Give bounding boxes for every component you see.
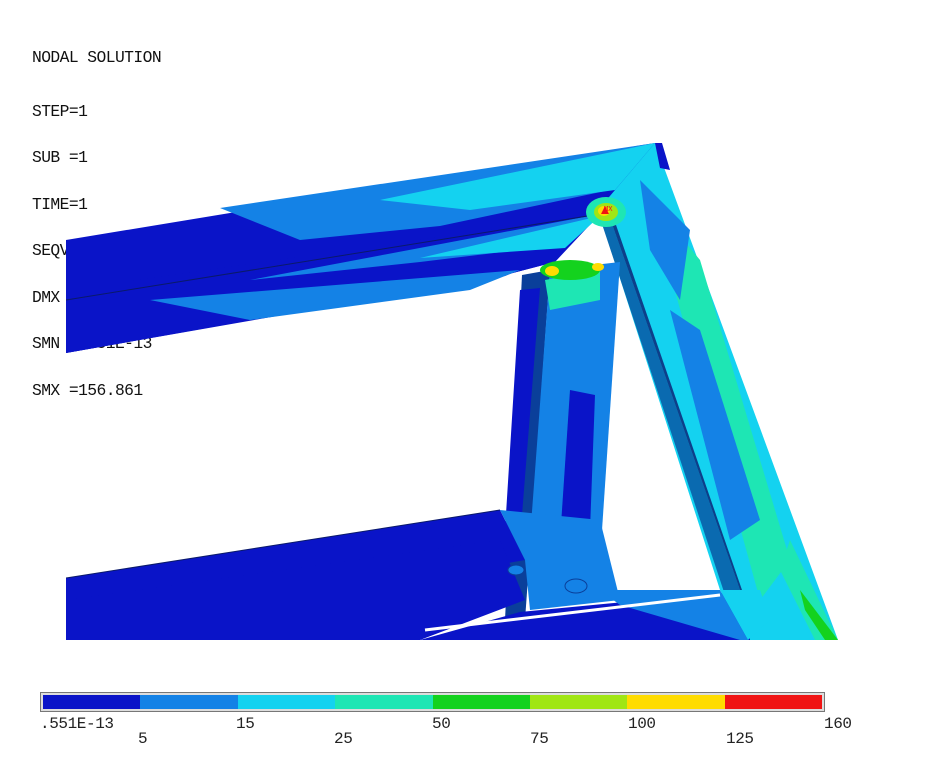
legend-swatch (432, 695, 530, 709)
legend-swatch (140, 695, 238, 709)
legend-tick: 75 (530, 730, 549, 748)
color-legend-bar (40, 692, 825, 712)
legend-tick: 100 (628, 715, 656, 733)
legend-swatch (43, 695, 141, 709)
legend-tick-max: 160 (824, 715, 852, 733)
max-marker: MX (604, 205, 613, 213)
legend-swatch (529, 695, 628, 709)
bottom-beams (66, 509, 770, 640)
legend-tick: 125 (726, 730, 754, 748)
legend-swatch (335, 695, 433, 709)
legend-swatch (724, 695, 822, 709)
legend-swatch (627, 695, 725, 709)
diagonal-beam (598, 143, 838, 640)
legend-tick: 15 (236, 715, 255, 733)
legend-tick-min: .551E-13 (40, 715, 114, 733)
legend-tick: 5 (138, 730, 148, 748)
legend-swatch (237, 695, 336, 709)
legend-tick: 50 (432, 715, 451, 733)
legend-tick: 25 (334, 730, 353, 748)
stress-contour-plot: MX (66, 143, 838, 640)
